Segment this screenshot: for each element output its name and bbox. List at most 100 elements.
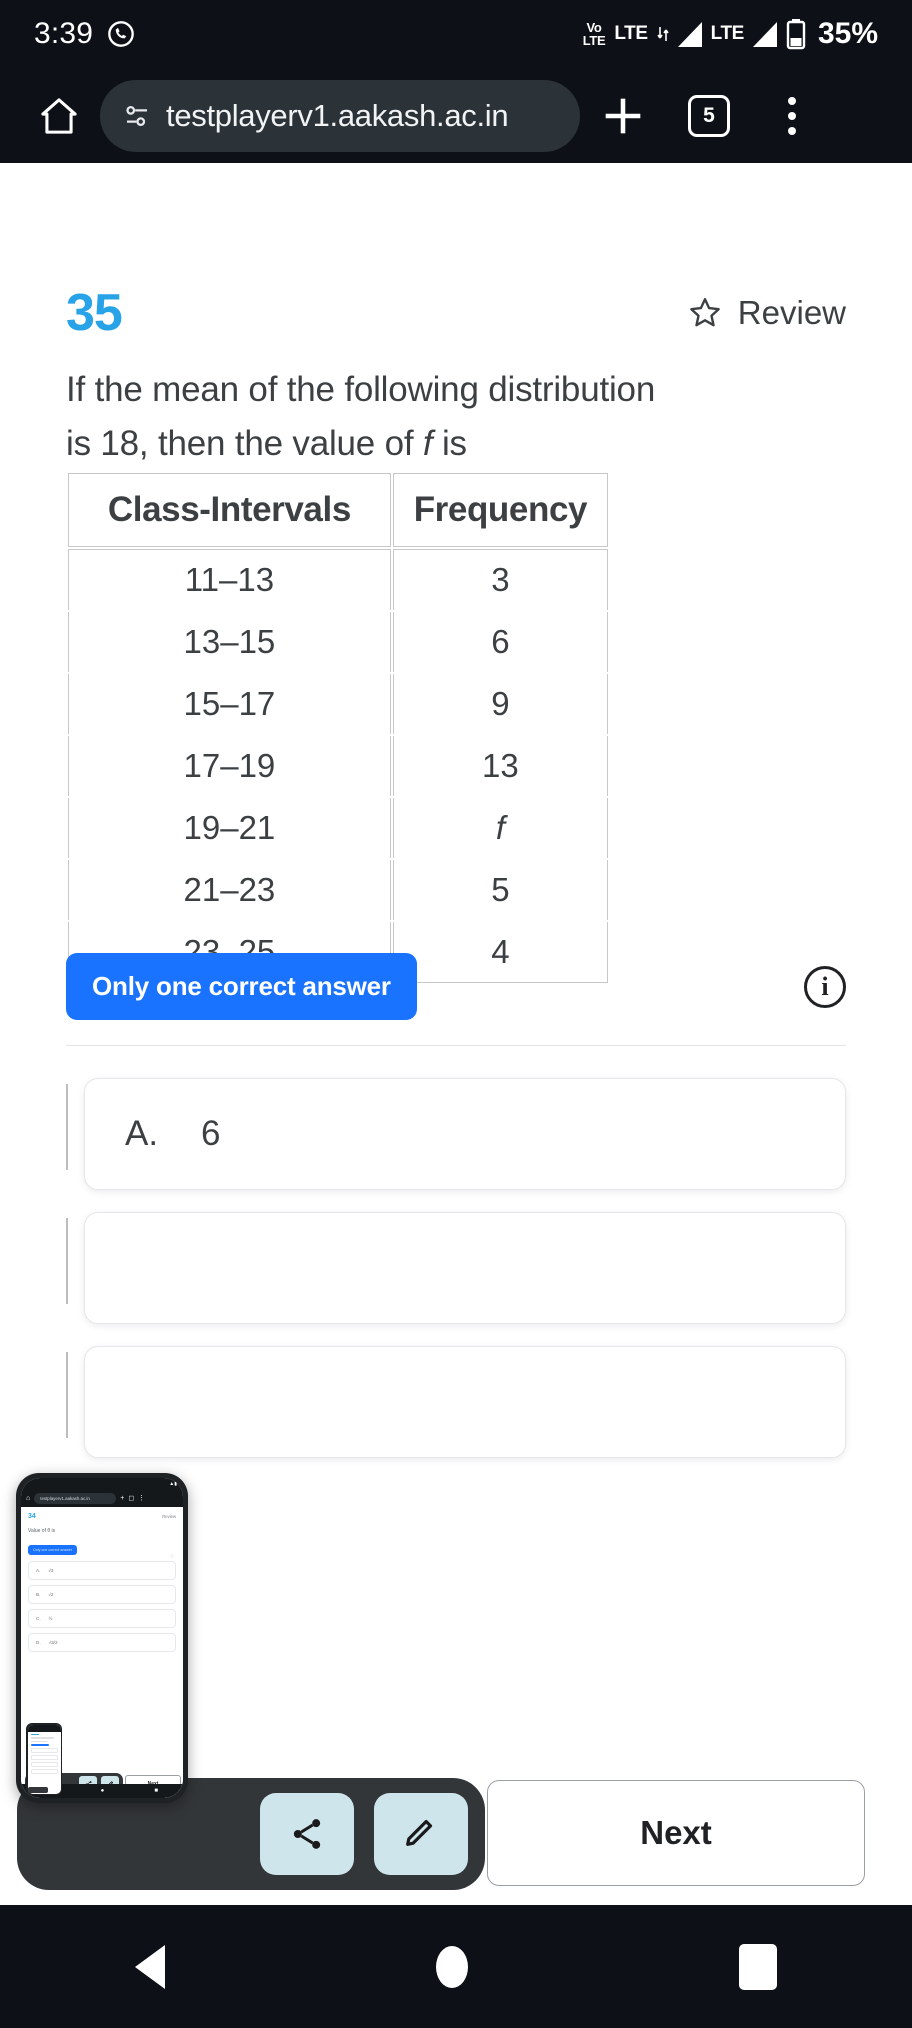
nested-preview-option	[30, 1761, 58, 1767]
preview-question-text: Value of θ is	[28, 1528, 56, 1534]
new-tab-button[interactable]	[580, 90, 666, 142]
preview-option-value: √3	[48, 1567, 54, 1573]
preview-nav-home-icon: ●	[100, 1788, 105, 1794]
call-forwarding-icon	[107, 20, 135, 48]
option-rail	[66, 1352, 68, 1438]
edit-button[interactable]	[374, 1793, 468, 1875]
table-row: 17–19 13	[68, 736, 608, 796]
preview-option-a: A. √3	[28, 1560, 176, 1580]
preview-option-letter: A.	[36, 1567, 41, 1573]
nested-preview-dock	[28, 1787, 48, 1793]
pencil-edit-icon	[401, 1814, 441, 1854]
share-button[interactable]	[260, 1793, 354, 1875]
cell-frequency: 6	[392, 612, 608, 672]
info-circle-icon[interactable]: i	[804, 965, 846, 1008]
option-row-c	[66, 1346, 846, 1458]
nested-preview-question-number	[30, 1733, 39, 1736]
data-activity-icon	[657, 24, 669, 44]
preview-option-c: C. ½	[28, 1608, 176, 1628]
nested-preview-option	[30, 1768, 58, 1774]
section-divider	[66, 1045, 846, 1046]
nested-preview-screen	[27, 1724, 61, 1794]
review-label: Review	[737, 294, 846, 331]
screenshot-preview-overlay[interactable]: ▲▮ ⌂ testplayerv1.aakash.ac.in + ◻ ⋮ 34 …	[16, 1473, 188, 1803]
preview-body: 34 Review Value of θ is Only one correct…	[21, 1507, 183, 1798]
status-bar-clock: 3:39	[34, 17, 94, 50]
preview-menu-icon: ⋮	[138, 1495, 146, 1502]
table-header-frequency: Frequency	[392, 473, 608, 547]
cell-interval: 19–21	[68, 798, 391, 858]
option-c[interactable]	[84, 1346, 846, 1458]
preview-url-text: testplayerv1.aakash.ac.in	[34, 1493, 117, 1504]
nested-preview-badge	[30, 1744, 49, 1746]
android-navigation-bar	[0, 1905, 912, 2028]
table-row: 15–17 9	[68, 674, 608, 734]
nested-screenshot-preview	[26, 1723, 62, 1795]
preview-header-row: 34 Review	[28, 1513, 176, 1520]
triangle-back-icon[interactable]	[135, 1944, 166, 1989]
table-row: 13–15 6	[68, 612, 608, 672]
status-bar-right: Vo LTE LTE LTE 35%	[583, 17, 878, 51]
nested-preview-option	[30, 1754, 58, 1760]
question-text: If the mean of the following distributio…	[66, 363, 666, 472]
answer-meta-row: Only one correct answer i	[66, 953, 846, 1020]
lte-label-1: LTE	[614, 23, 648, 44]
question-number: 35	[66, 284, 123, 342]
table-head: Class-Intervals Frequency	[68, 473, 608, 547]
circle-home-icon[interactable]	[435, 1945, 468, 1988]
cell-frequency: 13	[392, 736, 608, 796]
preview-screen: ▲▮ ⌂ testplayerv1.aakash.ac.in + ◻ ⋮ 34 …	[21, 1478, 183, 1798]
option-rail	[66, 1218, 68, 1304]
nested-preview-option	[30, 1747, 58, 1753]
home-icon	[36, 93, 82, 139]
preview-review-label: Review	[162, 1514, 176, 1519]
question-text-part1: If the mean of the following distributio…	[66, 370, 656, 464]
only-one-correct-answer-badge[interactable]: Only one correct answer	[66, 953, 417, 1020]
question-header: 35 Review	[66, 283, 846, 343]
star-outline-icon	[686, 294, 724, 332]
cell-interval: 13–15	[68, 612, 391, 672]
table-row: 19–21 f	[68, 798, 608, 858]
site-settings-icon[interactable]	[122, 101, 152, 131]
cell-frequency: 3	[392, 549, 608, 610]
square-recents-icon[interactable]	[738, 1943, 777, 1990]
cell-frequency: 9	[392, 674, 608, 734]
battery-icon	[786, 18, 806, 50]
nested-preview-question-line	[30, 1737, 54, 1739]
review-button[interactable]: Review	[686, 294, 846, 332]
preview-nav-recents-icon: ■	[154, 1788, 158, 1794]
preview-only-one-correct-badge: Only one correct answer	[28, 1544, 77, 1555]
preview-option-d: D. √3/2	[28, 1632, 176, 1652]
overflow-menu-icon	[788, 96, 796, 105]
browser-toolbar: testplayerv1.aakash.ac.in 5	[0, 68, 912, 163]
option-letter: A.	[125, 1114, 159, 1153]
lte-label-2: LTE	[710, 23, 745, 44]
preview-option-letter: D.	[36, 1639, 41, 1645]
options-list: A. 6	[66, 1078, 846, 1480]
overflow-menu-icon-dot3	[788, 126, 796, 135]
volte-icon: Vo LTE	[582, 19, 606, 48]
url-bar[interactable]: testplayerv1.aakash.ac.in	[100, 79, 580, 152]
question-text-part2: is	[432, 424, 467, 464]
home-button[interactable]	[28, 93, 90, 139]
option-a[interactable]: A. 6	[84, 1078, 846, 1190]
preview-option-b: B. √2	[28, 1584, 176, 1604]
tab-switcher-button[interactable]: 5	[666, 94, 752, 137]
overflow-menu-button[interactable]	[752, 96, 832, 135]
table-row: 21–23 5	[68, 860, 608, 920]
option-b[interactable]	[84, 1212, 846, 1324]
preview-tabs-icon: ◻	[128, 1495, 135, 1502]
option-value: 6	[201, 1114, 221, 1153]
plus-icon	[597, 90, 649, 142]
table-row: 11–13 3	[68, 549, 608, 610]
question-page: 35 Review If the mean of the following d…	[0, 163, 912, 1905]
nested-preview-browser-bar	[27, 1728, 61, 1732]
frequency-distribution-table: Class-Intervals Frequency 11–13 3 13–15 …	[66, 471, 610, 985]
cell-frequency: 5	[392, 860, 608, 920]
preview-question-number: 34	[28, 1513, 36, 1520]
screen-root: 3:39 Vo LTE LTE LTE 35% testplayerv1.aak…	[0, 0, 912, 2028]
next-button[interactable]: Next	[487, 1780, 865, 1886]
preview-option-value: √2	[48, 1591, 54, 1597]
url-text: testplayerv1.aakash.ac.in	[166, 97, 509, 133]
preview-info-icon: ◌	[170, 1554, 174, 1560]
